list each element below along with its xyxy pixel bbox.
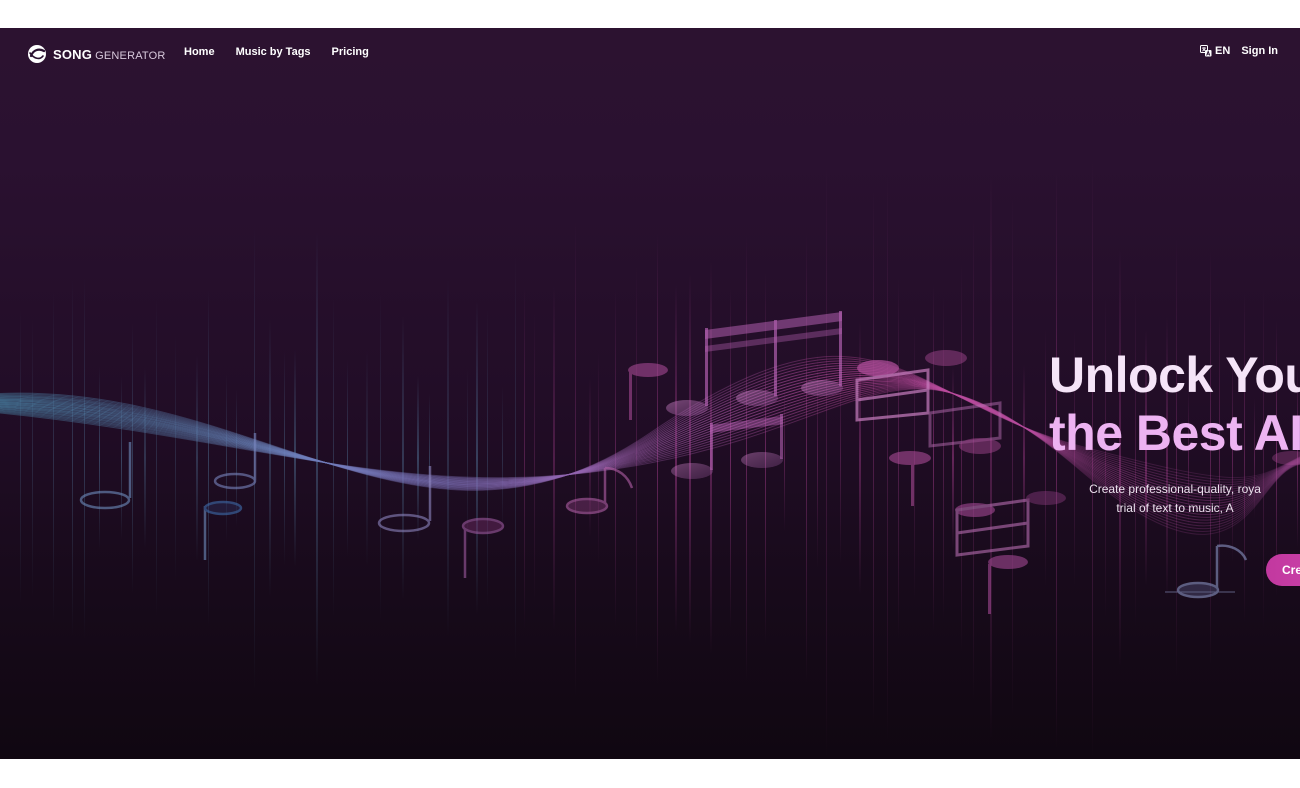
equalizer-bar [973, 214, 974, 702]
equalizer-bar [784, 385, 785, 531]
music-note-icon [1165, 544, 1248, 599]
main-nav: Home Music by Tags Pricing [184, 46, 369, 58]
nav-music-by-tags[interactable]: Music by Tags [236, 46, 311, 58]
nav-pricing[interactable]: Pricing [332, 46, 369, 58]
equalizer-bar [132, 322, 133, 594]
hero-subtitle: Create professional-quality, roya trial … [1010, 480, 1300, 518]
equalizer-bar [284, 350, 285, 566]
language-label: EN [1215, 45, 1231, 57]
site-header: SONG GENERATOR Home Music by Tags Pricin… [0, 28, 1300, 80]
equalizer-bar [730, 287, 731, 629]
equalizer-bar [99, 366, 100, 550]
equalizer-bar [1045, 328, 1046, 588]
music-note-icon [628, 363, 668, 420]
music-note-icon [79, 433, 634, 578]
equalizer-bar [156, 299, 157, 617]
hero-subtitle-line-2: trial of text to music, A [1116, 501, 1234, 515]
equalizer-bar [689, 273, 691, 643]
equalizer-bar [990, 176, 992, 740]
hero-title: Unlock You the Best AI [1049, 346, 1300, 462]
equalizer-bar [32, 318, 33, 598]
equalizer-bar [316, 231, 318, 685]
hero-title-line-2: the Best AI [1049, 405, 1300, 461]
equalizer-bar [72, 279, 73, 637]
equalizer-bar [502, 386, 503, 530]
equalizer-bar [380, 292, 381, 624]
equalizer-bar [598, 351, 599, 565]
equalizer-bar [402, 315, 404, 601]
equalizer-bar [366, 349, 368, 567]
equalizer-bar [226, 373, 227, 543]
hero-subtitle-line-1: Create professional-quality, roya [1089, 482, 1261, 496]
equalizer-bar [20, 309, 21, 607]
equalizer-bar [121, 376, 122, 540]
music-disc-icon [28, 45, 46, 63]
equalizer-bar [447, 279, 449, 637]
equalizer-bar [208, 289, 209, 627]
equalizer-bar [553, 285, 555, 631]
equalizer-bar [347, 359, 348, 557]
equalizer-bar [196, 355, 198, 561]
hero-title-line-1: Unlock You [1049, 347, 1300, 403]
sign-in-link[interactable]: Sign In [1241, 45, 1278, 57]
translate-icon [1200, 45, 1212, 57]
equalizer-bar [873, 190, 874, 726]
equalizer-bar [144, 367, 146, 549]
hero-section: SONG GENERATOR Home Music by Tags Pricin… [0, 28, 1300, 759]
equalizer-bar [961, 263, 962, 653]
equalizer-bar [175, 334, 176, 582]
equalizer-bar [487, 309, 488, 607]
equalizer-bar [1012, 197, 1013, 719]
equalizer-bar [575, 218, 576, 698]
equalizer-bar [269, 319, 271, 597]
language-switcher[interactable]: EN [1200, 45, 1230, 57]
equalizer-bar [826, 158, 827, 758]
music-note-icon [855, 350, 1002, 454]
logo-word-generator: GENERATOR [95, 49, 166, 62]
create-music-button[interactable]: Cre [1266, 554, 1300, 586]
logo-text: SONG GENERATOR [53, 47, 166, 62]
equalizer-bar [887, 174, 888, 742]
site-logo[interactable]: SONG GENERATOR [27, 43, 166, 65]
equalizer-bar [476, 301, 478, 615]
equalizer-bar [84, 277, 85, 639]
equalizer-bar [534, 311, 535, 605]
equalizer-bar [515, 255, 516, 661]
header-actions: EN Sign In [1200, 45, 1278, 57]
logo-word-song: SONG [53, 46, 93, 62]
equalizer-bar [53, 291, 54, 625]
equalizer-bar [933, 283, 934, 633]
nav-home[interactable]: Home [184, 46, 215, 58]
equalizer-bar [524, 285, 525, 631]
equalizer-bar [943, 296, 944, 620]
equalizer-bar [333, 298, 334, 618]
equalizer-bar [806, 233, 807, 683]
